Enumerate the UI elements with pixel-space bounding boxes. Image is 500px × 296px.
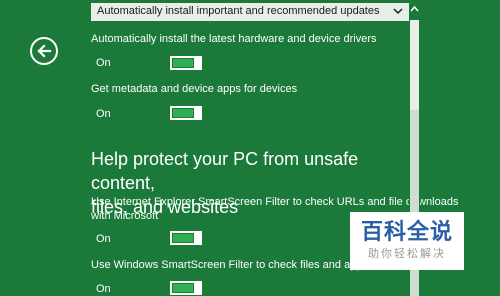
chevron-down-icon <box>393 8 403 15</box>
ie-filter-label-line1: Use Internet Explorer SmartScreen Filter… <box>91 196 459 208</box>
toggle-fill <box>173 284 193 292</box>
metadata-toggle-state: On <box>96 108 111 120</box>
drivers-toggle[interactable] <box>170 56 202 70</box>
section-heading-line1: Help protect your PC from unsafe content… <box>91 149 359 193</box>
toggle-thumb <box>194 231 202 245</box>
drivers-setting-label: Automatically install the latest hardwar… <box>91 33 377 45</box>
metadata-setting-label: Get metadata and device apps for devices <box>91 83 298 95</box>
ie-filter-label-line2: with Microsoft <box>91 210 159 222</box>
toggle-fill <box>173 109 193 117</box>
win-filter-toggle[interactable] <box>170 281 202 295</box>
metadata-toggle[interactable] <box>170 106 202 120</box>
win-filter-toggle-state: On <box>96 283 111 295</box>
ie-filter-toggle-state: On <box>96 233 111 245</box>
drivers-toggle-state: On <box>96 57 111 69</box>
toggle-thumb <box>194 56 202 70</box>
watermark-subtitle: 助你轻松解决 <box>368 247 446 260</box>
back-button[interactable] <box>30 37 58 65</box>
toggle-thumb <box>194 106 202 120</box>
updates-dropdown[interactable]: Automatically install important and reco… <box>91 3 409 21</box>
toggle-fill <box>173 234 193 242</box>
updates-dropdown-value: Automatically install important and reco… <box>97 5 380 17</box>
watermark-logo: 百科全说 助你轻松解决 <box>350 212 464 270</box>
watermark-title: 百科全说 <box>360 220 453 245</box>
back-arrow-icon <box>37 44 52 58</box>
scrollbar-track[interactable] <box>410 20 419 110</box>
toggle-fill <box>173 59 193 67</box>
chevron-up-icon[interactable] <box>410 3 419 15</box>
ie-filter-toggle[interactable] <box>170 231 202 245</box>
toggle-thumb <box>194 281 202 295</box>
